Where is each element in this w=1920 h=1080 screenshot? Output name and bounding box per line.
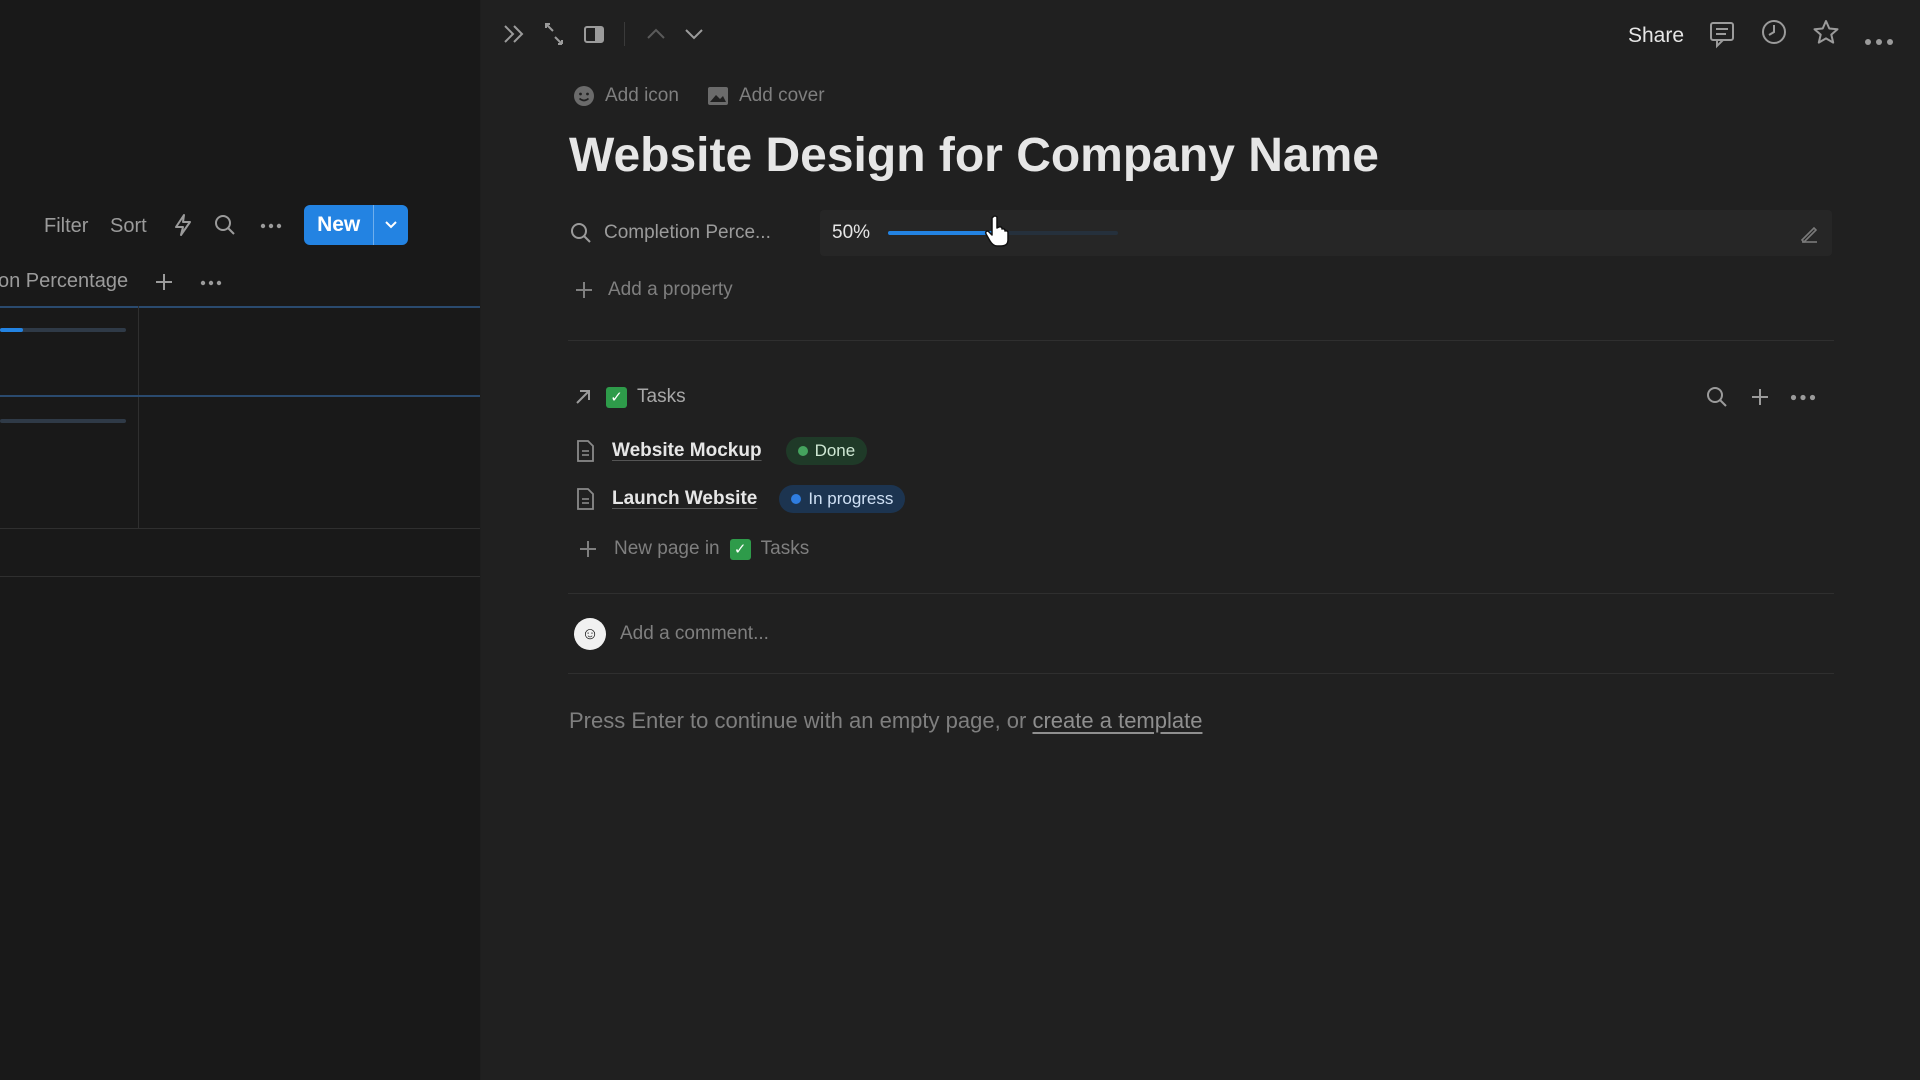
arrow-up-right-icon xyxy=(574,388,592,406)
row-divider xyxy=(0,528,480,529)
section-divider xyxy=(568,673,1834,674)
new-page-target: Tasks xyxy=(760,538,810,559)
section-divider xyxy=(568,340,1834,341)
status-dot xyxy=(797,446,808,456)
relation-header: ✓ Tasks xyxy=(574,380,1816,414)
relation-item[interactable]: Launch Website In progress xyxy=(574,481,906,517)
table-row-progress-bar xyxy=(0,328,126,332)
hand-cursor-icon xyxy=(984,214,1012,253)
new-page-in-relation-button[interactable]: New page in ✓ Tasks xyxy=(578,532,809,566)
checkbox-icon: ✓ xyxy=(729,538,751,560)
relation-item[interactable]: Website Mockup Done xyxy=(574,433,868,469)
favorite-star-icon[interactable] xyxy=(1812,18,1840,50)
avatar: ☺ xyxy=(574,618,606,650)
relation-item-name[interactable]: Launch Website xyxy=(612,488,757,510)
status-dot xyxy=(791,494,802,504)
database-toolbar: Filter Sort xyxy=(0,205,480,247)
comments-icon[interactable] xyxy=(1708,18,1736,50)
previous-page-chevron-up-icon[interactable] xyxy=(644,18,668,50)
add-property-button[interactable]: Add a property xyxy=(574,273,733,307)
search-icon[interactable] xyxy=(214,214,236,236)
property-value-field[interactable]: 50% xyxy=(820,210,1832,256)
relation-link[interactable]: ✓ Tasks xyxy=(574,380,686,414)
search-icon xyxy=(570,222,592,244)
smiley-icon xyxy=(573,85,595,107)
add-column-icon[interactable] xyxy=(154,272,174,292)
share-button[interactable]: Share xyxy=(1628,24,1684,48)
edit-pencil-icon[interactable] xyxy=(1798,222,1820,244)
close-peek-chevrons-icon[interactable] xyxy=(502,18,526,50)
new-button-label: New xyxy=(317,213,361,236)
new-dropdown-chevron-icon[interactable] xyxy=(373,205,408,245)
add-icon-button[interactable]: Add icon xyxy=(573,80,679,112)
image-icon xyxy=(707,85,729,107)
column-header-completion[interactable]: on Percentage xyxy=(0,270,128,293)
history-clock-icon[interactable] xyxy=(1760,18,1788,50)
add-property-label: Add a property xyxy=(608,279,733,300)
next-page-chevron-down-icon[interactable] xyxy=(682,18,706,50)
empty-page-hint-text: Press Enter to continue with an empty pa… xyxy=(569,708,1033,733)
comment-input[interactable]: ☺ Add a comment... xyxy=(574,614,769,654)
progress-fill xyxy=(0,328,23,332)
sort-button[interactable]: Sort xyxy=(110,215,147,238)
database-pane: Filter Sort New on Percentage xyxy=(0,0,480,1080)
search-icon[interactable] xyxy=(1706,386,1728,408)
checkbox-icon: ✓ xyxy=(606,386,627,408)
plus-icon xyxy=(574,280,594,300)
automation-bolt-icon[interactable] xyxy=(172,213,194,237)
status-text: Done xyxy=(814,441,856,460)
page-document-icon xyxy=(574,487,596,511)
more-options-icon[interactable] xyxy=(260,223,282,229)
section-divider xyxy=(568,593,1834,594)
empty-page-hint: Press Enter to continue with an empty pa… xyxy=(569,708,1202,734)
comment-placeholder: Add a comment... xyxy=(620,623,769,644)
new-page-label: New page in xyxy=(614,538,720,559)
expand-icon[interactable] xyxy=(542,18,566,50)
more-options-icon[interactable] xyxy=(1864,26,1894,58)
more-options-icon[interactable] xyxy=(1790,394,1816,401)
row-divider xyxy=(0,395,480,397)
create-template-link[interactable]: create a template xyxy=(1032,708,1202,733)
status-badge: Done xyxy=(785,437,868,465)
plus-icon xyxy=(578,539,598,559)
property-row-completion: Completion Perce... 50% xyxy=(570,210,1832,256)
add-icon[interactable] xyxy=(1750,387,1770,407)
add-cover-button[interactable]: Add cover xyxy=(707,80,825,112)
property-name: Completion Perce... xyxy=(604,222,771,243)
status-text: In progress xyxy=(808,489,894,508)
column-more-icon[interactable] xyxy=(200,280,222,286)
filter-button[interactable]: Filter xyxy=(44,215,88,238)
property-value-text: 50% xyxy=(832,222,871,243)
add-icon-label: Add icon xyxy=(605,85,679,106)
toolbar-separator xyxy=(624,22,625,46)
relation-item-name[interactable]: Website Mockup xyxy=(612,440,762,462)
table-header: on Percentage xyxy=(0,260,480,308)
column-separator xyxy=(138,306,139,528)
side-peek-layout-icon[interactable] xyxy=(582,18,606,50)
property-name-button[interactable]: Completion Perce... xyxy=(570,210,771,256)
add-cover-label: Add cover xyxy=(739,85,825,106)
status-badge: In progress xyxy=(779,485,906,513)
relation-label: Tasks xyxy=(637,386,686,407)
new-button[interactable]: New xyxy=(304,205,408,245)
page-document-icon xyxy=(574,439,596,463)
row-divider xyxy=(0,576,480,577)
page-title[interactable]: Website Design for Company Name xyxy=(569,128,1379,183)
table-row-progress-bar xyxy=(0,419,126,423)
